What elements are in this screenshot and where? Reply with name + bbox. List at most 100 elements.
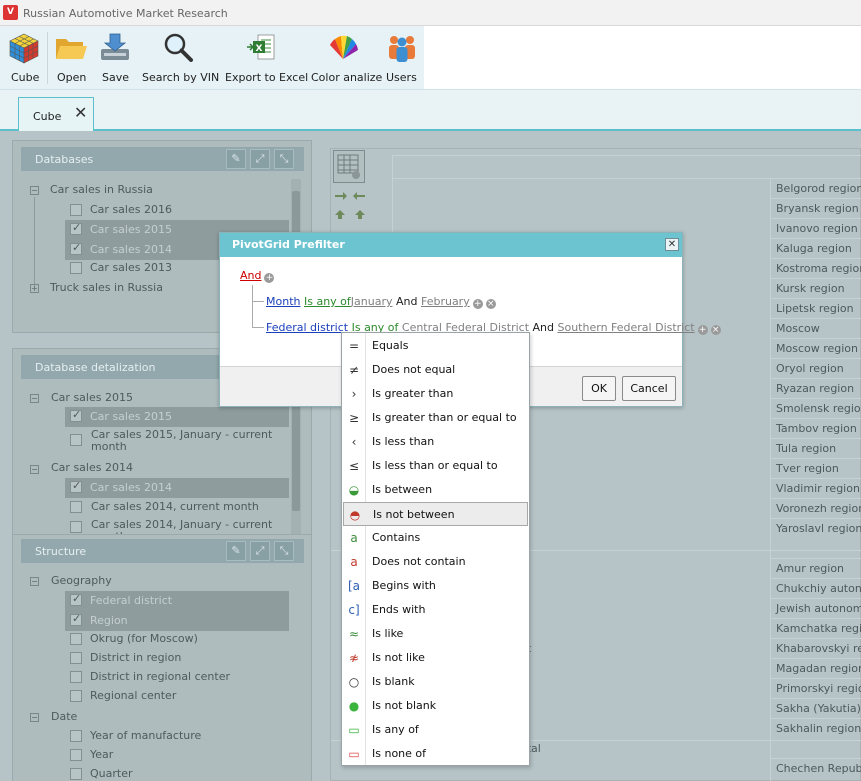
checkbox-car-sales-2015-jan[interactable]	[70, 434, 82, 446]
add-value-icon[interactable]: +	[697, 325, 708, 335]
checkbox-district-regional-center[interactable]	[70, 671, 82, 683]
region-cell[interactable]: Yaroslavl region	[771, 518, 861, 538]
checkbox-car-sales-2014-jan[interactable]	[70, 521, 82, 533]
checkbox-car-sales-2013[interactable]	[70, 262, 82, 274]
operator-menu-item[interactable]: ● Is not blank	[343, 694, 528, 718]
region-cell[interactable]: Ivanovo region	[771, 218, 861, 238]
tree-item-car-sales-2014-full[interactable]: Car sales 2014	[65, 478, 289, 498]
operator-menu-item[interactable]: [a Begins with	[343, 574, 528, 598]
tree-item-okrug[interactable]: Okrug (for Moscow)	[90, 632, 198, 645]
checkbox-car-sales-2015-full[interactable]	[70, 408, 82, 422]
tab-cube[interactable]: Cube ✕	[18, 97, 94, 132]
group-operator-link[interactable]: And	[240, 269, 261, 282]
operator-menu-item[interactable]: ≈ Is like	[343, 622, 528, 646]
users-button[interactable]: Users	[384, 26, 420, 89]
operator-menu-item[interactable]: ≉ Is not like	[343, 646, 528, 670]
detalization-scrollbar[interactable]	[291, 387, 301, 535]
scrollbar-thumb[interactable]	[292, 391, 300, 511]
region-cell[interactable]: Moscow	[771, 318, 861, 338]
region-cell[interactable]: Belgorod region	[771, 178, 861, 198]
tree-item-district-in-region[interactable]: District in region	[90, 651, 181, 664]
tree-collapse-icon[interactable]: −	[30, 394, 39, 403]
checkbox-car-sales-2014[interactable]	[70, 241, 82, 255]
field-link-month[interactable]: Month	[266, 295, 300, 308]
tree-node-car-sales-russia[interactable]: Car sales in Russia	[50, 183, 153, 196]
close-icon[interactable]: ✕	[665, 238, 679, 251]
region-cell[interactable]: Kursk region	[771, 278, 861, 298]
checkbox-federal-district[interactable]	[70, 592, 82, 606]
checkbox-year-of-manufacture[interactable]	[70, 730, 82, 742]
operator-menu-item[interactable]: ▭ Is any of	[343, 718, 528, 742]
region-cell[interactable]: Bryansk region	[771, 198, 861, 218]
filter-settings-icon[interactable]: ✎	[226, 149, 246, 169]
tree-node-car-sales-2015[interactable]: Car sales 2015	[51, 391, 133, 404]
region-cell[interactable]: Tver region	[771, 458, 861, 478]
tree-node-car-sales-2014[interactable]: Car sales 2014	[51, 461, 133, 474]
checkbox-regional-center[interactable]	[70, 690, 82, 702]
tab-close-icon[interactable]: ✕	[74, 103, 87, 122]
tree-item-car-sales-2013[interactable]: Car sales 2013	[90, 261, 172, 274]
operator-menu-item[interactable]: = Equals	[343, 334, 528, 358]
tree-item-regional-center[interactable]: Regional center	[90, 689, 176, 702]
tree-item-year-of-manufacture[interactable]: Year of manufacture	[90, 729, 201, 742]
tree-node-date[interactable]: Date	[51, 710, 77, 723]
save-button[interactable]: Save	[96, 26, 134, 89]
checkbox-year[interactable]	[70, 749, 82, 761]
region-cell[interactable]: Jewish autonomous	[771, 598, 861, 618]
operator-menu-item[interactable]: ≤ Is less than or equal to	[343, 454, 528, 478]
color-analize-button[interactable]: Color analize	[308, 26, 382, 89]
region-cell[interactable]: Voronezh region	[771, 498, 861, 518]
region-cell[interactable]: Sakhalin region	[771, 718, 861, 738]
region-cell[interactable]: Kaluga region	[771, 238, 861, 258]
tree-item-car-sales-2015-jan[interactable]: Car sales 2015, January - current month	[91, 429, 281, 453]
region-cell[interactable]: Oryol region	[771, 358, 861, 378]
operator-menu-item[interactable]: c] Ends with	[343, 598, 528, 622]
add-condition-icon[interactable]: +	[264, 273, 275, 283]
region-cell[interactable]: Chechen Republic	[771, 758, 861, 778]
region-cell[interactable]: Chukchiy autonomous	[771, 578, 861, 598]
tree-collapse-icon[interactable]: −	[30, 577, 39, 586]
tree-collapse-icon[interactable]: −	[30, 465, 39, 474]
region-cell[interactable]: Kamchatka region	[771, 618, 861, 638]
field-link-federal-district[interactable]: Federal district	[266, 321, 348, 334]
operator-menu-item[interactable]: a Contains	[343, 526, 528, 550]
pivot-grid-settings-icon[interactable]	[333, 150, 365, 183]
region-cell[interactable]: Magadan region	[771, 658, 861, 678]
add-value-icon[interactable]: +	[472, 299, 483, 309]
tree-collapse-icon[interactable]: −	[30, 713, 39, 722]
operator-menu-item[interactable]: ▭ Is none of	[343, 742, 528, 766]
collapse-icon[interactable]: ⤡	[274, 541, 294, 561]
operator-menu-item[interactable]: a Does not contain	[343, 550, 528, 574]
value-link-southern[interactable]: Southern Federal District	[558, 321, 695, 334]
expand-icon[interactable]: ⤢	[250, 149, 270, 169]
checkbox-region[interactable]	[70, 612, 82, 626]
tree-node-geography[interactable]: Geography	[51, 574, 112, 587]
region-cell[interactable]: Tambov region	[771, 418, 861, 438]
tree-item-district-regional-center[interactable]: District in regional center	[90, 670, 230, 683]
region-cell[interactable]: Amur region	[771, 558, 861, 578]
swap-axes-icon[interactable]	[333, 189, 367, 225]
region-cell[interactable]: Tula region	[771, 438, 861, 458]
region-cell[interactable]: Vladimir region	[771, 478, 861, 498]
tree-item-year[interactable]: Year	[90, 748, 113, 761]
tree-expand-icon[interactable]: +	[30, 284, 39, 293]
value-link-february[interactable]: February	[421, 295, 470, 308]
operator-menu-item[interactable]: ‹ Is less than	[343, 430, 528, 454]
region-cell[interactable]: Sakha (Yakutia) R	[771, 698, 861, 718]
cancel-button[interactable]: Cancel	[622, 376, 676, 401]
remove-condition-icon[interactable]: ×	[710, 325, 721, 335]
tree-item-car-sales-2015-full[interactable]: Car sales 2015	[65, 407, 289, 427]
operator-link-month[interactable]: Is any of	[304, 295, 351, 308]
cube-button[interactable]: Cube	[0, 26, 47, 89]
region-cell[interactable]: Ryazan region	[771, 378, 861, 398]
tree-item-car-sales-2014-current[interactable]: Car sales 2014, current month	[91, 500, 259, 513]
operator-menu-item[interactable]: › Is greater than	[343, 382, 528, 406]
export-to-excel-button[interactable]: X Export to Excel	[222, 26, 308, 89]
tree-collapse-icon[interactable]: −	[30, 186, 39, 195]
region-cell[interactable]: Khabarovskyi region	[771, 638, 861, 658]
checkbox-car-sales-2016[interactable]	[70, 204, 82, 216]
open-button[interactable]: Open	[52, 26, 90, 89]
search-by-vin-button[interactable]: Search by VIN	[140, 26, 219, 89]
checkbox-quarter[interactable]	[70, 768, 82, 780]
checkbox-car-sales-2014-current[interactable]	[70, 501, 82, 513]
